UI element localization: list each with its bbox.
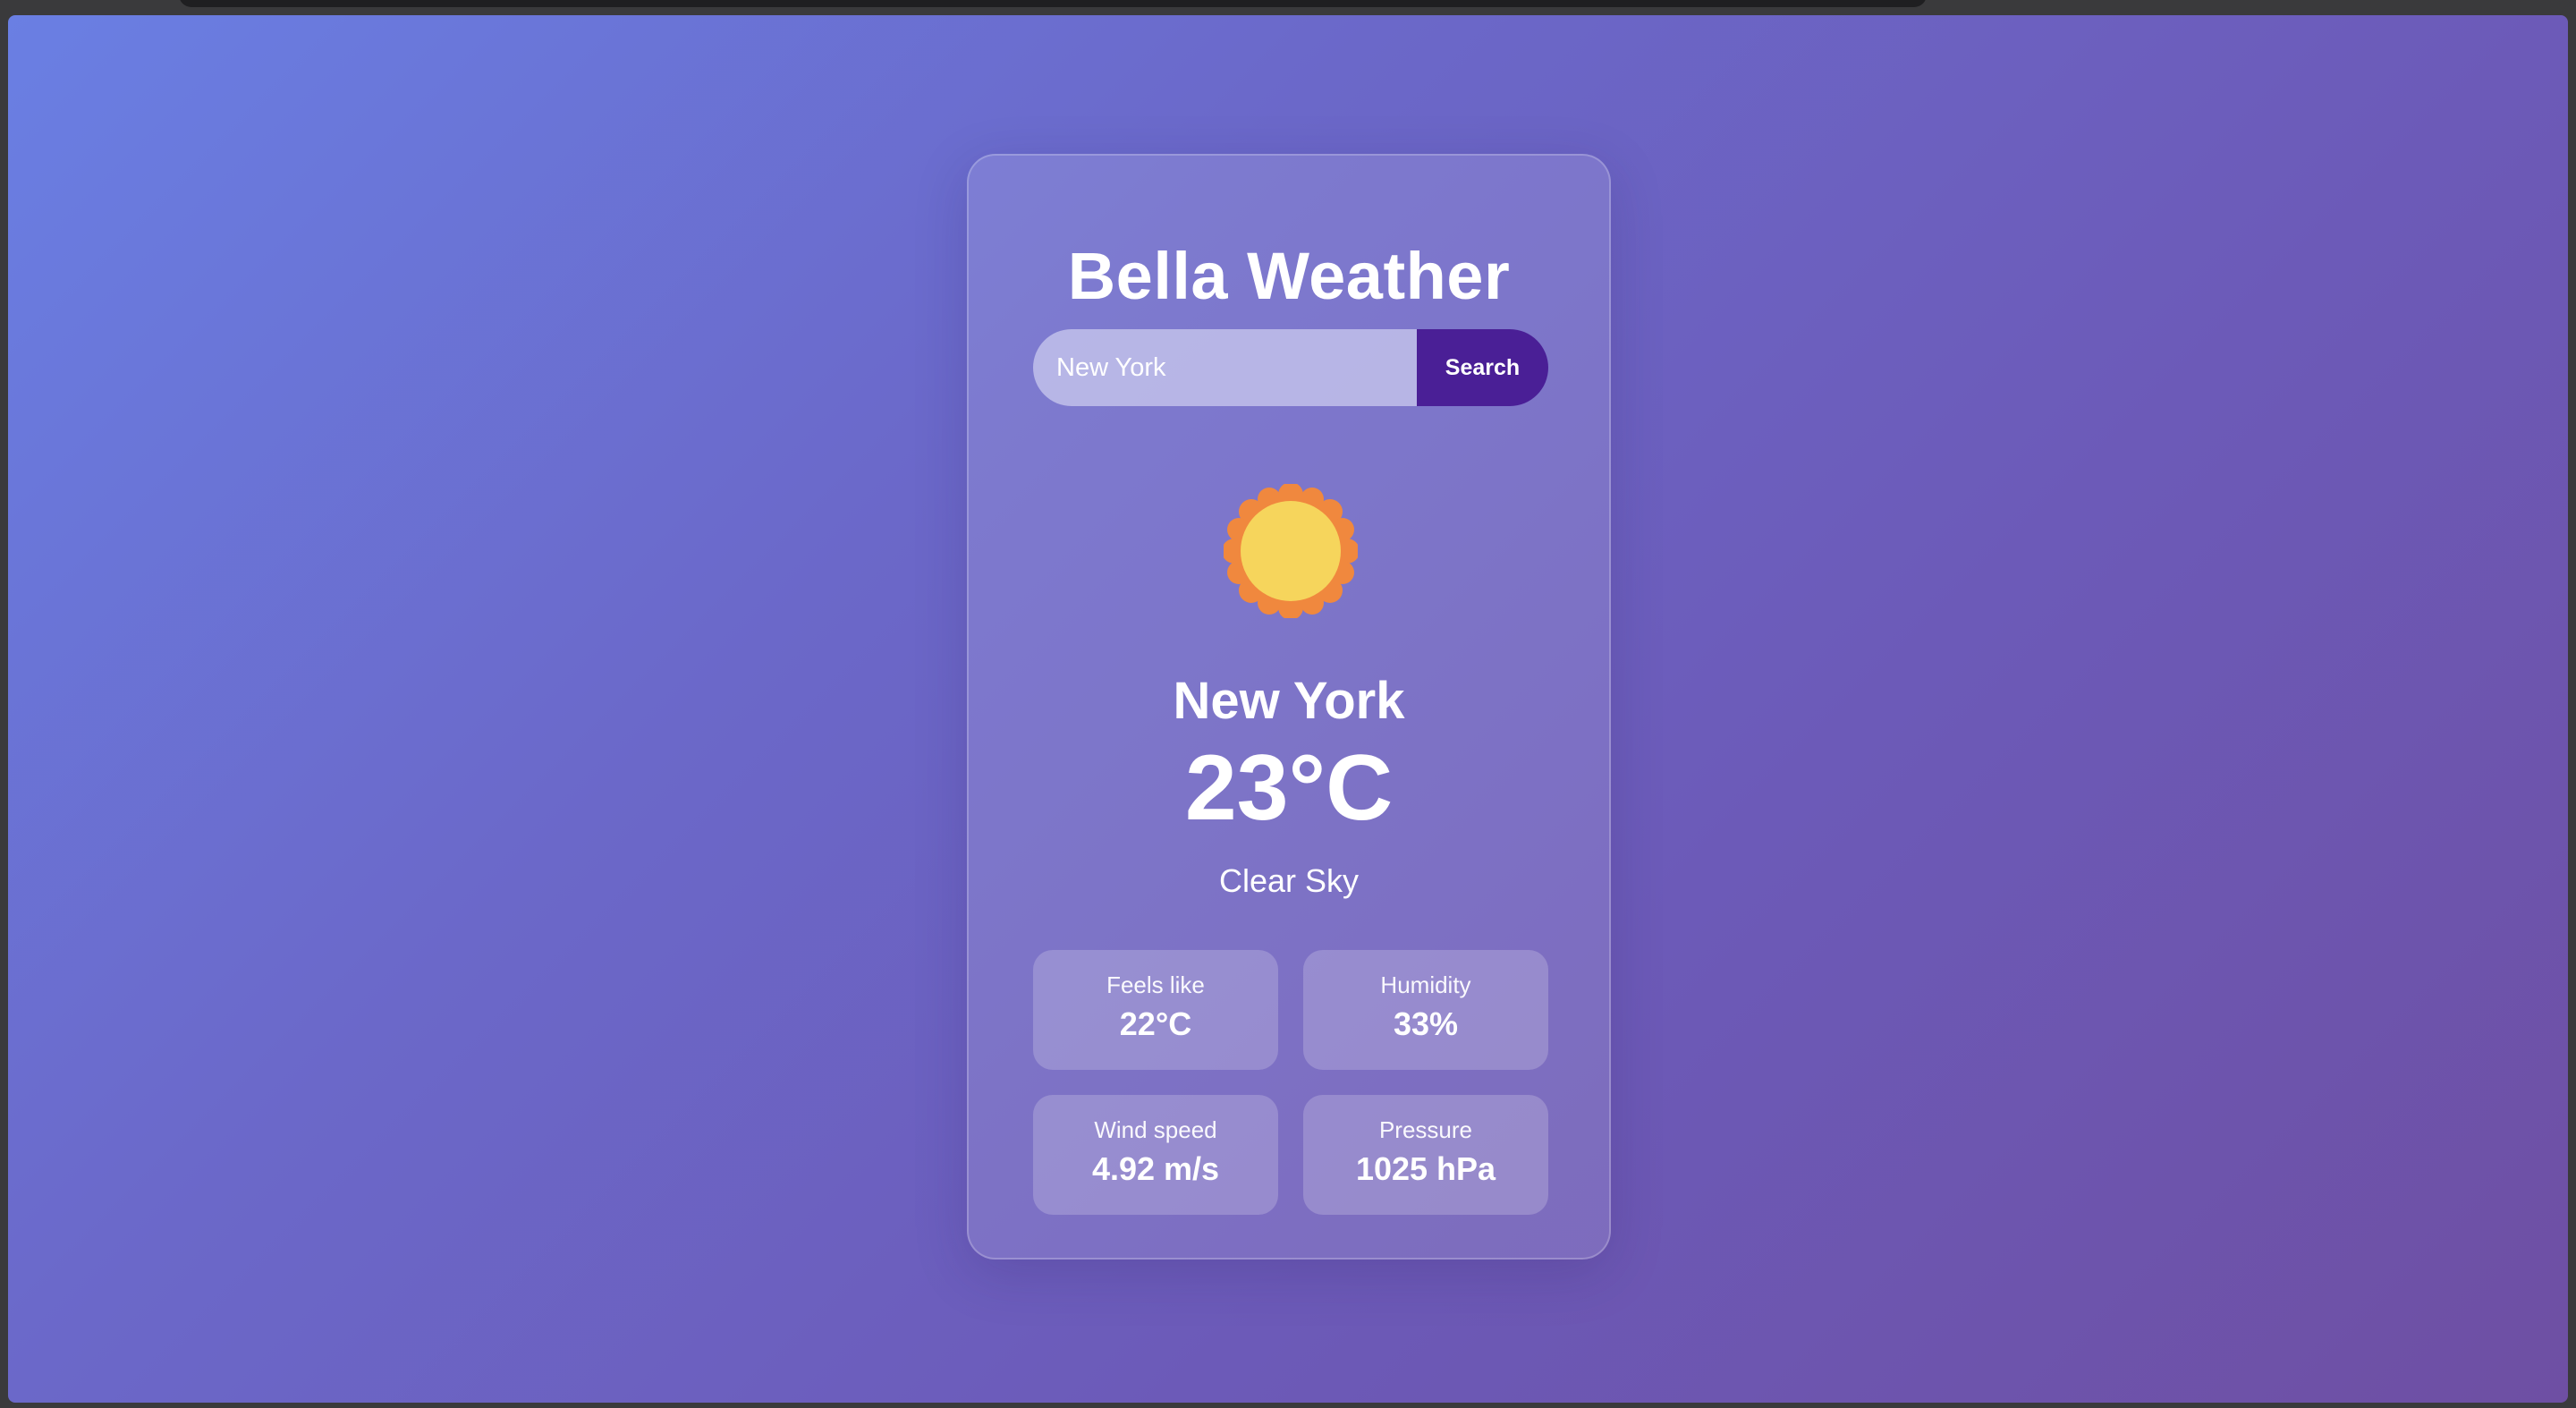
browser-top-bar bbox=[179, 0, 1927, 7]
stat-label: Humidity bbox=[1380, 971, 1471, 998]
city-name: New York bbox=[1173, 672, 1405, 730]
stat-humidity: Humidity 33% bbox=[1303, 950, 1548, 1070]
stat-value: 1025 hPa bbox=[1355, 1150, 1496, 1187]
stat-label: Feels like bbox=[1106, 971, 1205, 998]
search-button[interactable]: Search bbox=[1417, 329, 1548, 406]
app-title: Bella Weather bbox=[1067, 239, 1511, 313]
search-bar: Search bbox=[1033, 329, 1548, 406]
weather-card: Bella Weather Search bbox=[967, 154, 1611, 1260]
weather-description: Clear Sky bbox=[1218, 862, 1360, 899]
app-viewport: Bella Weather Search bbox=[8, 15, 2568, 1403]
stat-value: 33% bbox=[1393, 1005, 1459, 1042]
stat-wind-speed: Wind speed 4.92 m/s bbox=[1033, 1095, 1278, 1215]
stat-value: 4.92 m/s bbox=[1091, 1150, 1220, 1187]
stat-value: 22°C bbox=[1119, 1005, 1192, 1042]
stat-pressure: Pressure 1025 hPa bbox=[1303, 1095, 1548, 1215]
temperature-value: 23°C bbox=[1184, 736, 1394, 840]
stat-feels-like: Feels like 22°C bbox=[1033, 950, 1278, 1070]
sun-icon bbox=[1222, 482, 1360, 620]
city-search-input[interactable] bbox=[1033, 329, 1417, 406]
stat-label: Wind speed bbox=[1094, 1116, 1217, 1143]
stat-label: Pressure bbox=[1378, 1116, 1473, 1143]
